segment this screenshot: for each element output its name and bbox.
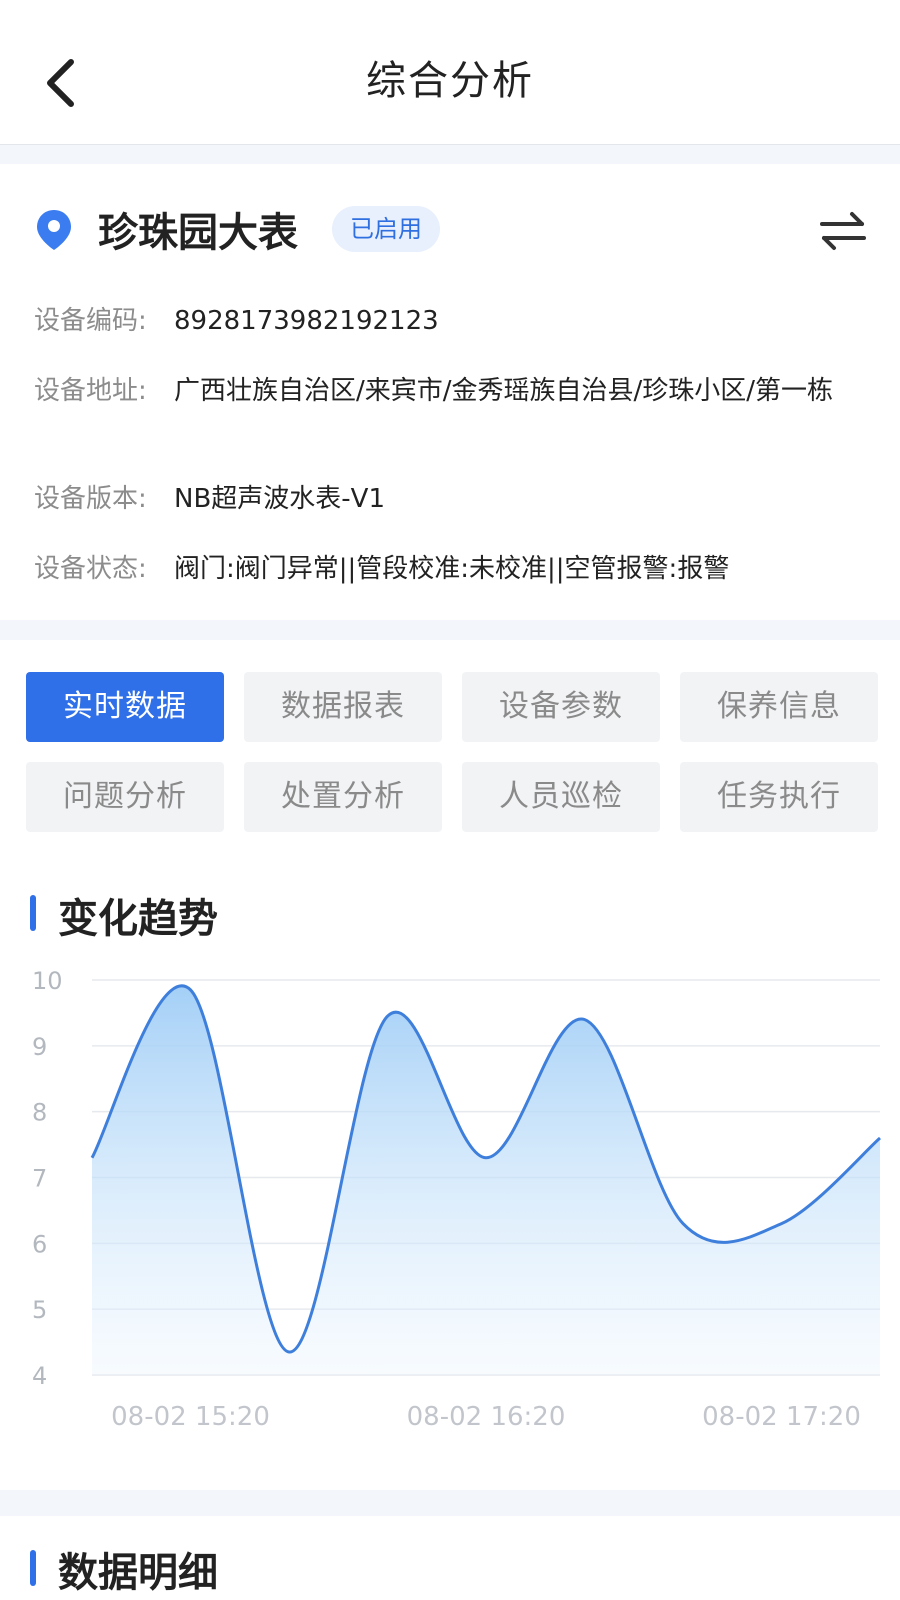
tab-realtime-data[interactable]: 实时数据 (26, 672, 224, 742)
x-tick-label: 08-02 15:20 (111, 1402, 270, 1432)
tab-disposal-analysis[interactable]: 处置分析 (244, 762, 442, 832)
x-tick-label: 08-02 17:20 (702, 1402, 861, 1432)
page-title: 综合分析 (366, 58, 534, 104)
y-tick-label: 5 (32, 1296, 47, 1324)
status-badge: 已启用 (332, 206, 440, 252)
y-tick-label: 10 (32, 967, 63, 995)
y-tick-label: 8 (32, 1099, 47, 1127)
info-value: 阀门:阀门异常||管段校准:未校准||空管报警:报警 (174, 554, 730, 584)
trend-chart: 4 5 6 7 8 9 10 08-02 15:20 08-02 16:20 08-02 17:2… (32, 967, 881, 1432)
device-name: 珍珠园大表 (98, 210, 298, 256)
tab-maintenance-info[interactable]: 保养信息 (680, 672, 878, 742)
location-pin-icon (37, 210, 71, 250)
info-label: 设备编码: (34, 306, 147, 336)
tab-task-execution[interactable]: 任务执行 (680, 762, 878, 832)
trend-section-title: 变化趋势 (58, 896, 218, 942)
tab-device-params[interactable]: 设备参数 (462, 672, 660, 742)
y-tick-label: 4 (32, 1362, 47, 1390)
section-accent-bar (30, 1550, 36, 1586)
info-value: 广西壮族自治区/来宾市/金秀瑶族自治县/珍珠小区/第一栋 (174, 376, 834, 406)
detail-section-title: 数据明细 (58, 1550, 218, 1596)
info-label: 设备状态: (34, 554, 147, 584)
info-value: 8928173982192123 (174, 306, 439, 336)
info-value: NB超声波水表-V1 (174, 484, 385, 514)
section-accent-bar (30, 895, 36, 931)
tab-staff-inspection[interactable]: 人员巡检 (462, 762, 660, 832)
top-nav-bar: 综合分析 (0, 0, 900, 145)
info-label: 设备版本: (34, 484, 147, 514)
x-tick-label: 08-02 16:20 (407, 1402, 566, 1432)
y-tick-label: 6 (32, 1230, 47, 1258)
switch-device-icon[interactable] (818, 206, 868, 254)
y-tick-label: 7 (32, 1165, 47, 1193)
info-label: 设备地址: (34, 376, 147, 406)
tab-problem-analysis[interactable]: 问题分析 (26, 762, 224, 832)
tab-data-report[interactable]: 数据报表 (244, 672, 442, 742)
y-tick-label: 9 (32, 1033, 47, 1061)
